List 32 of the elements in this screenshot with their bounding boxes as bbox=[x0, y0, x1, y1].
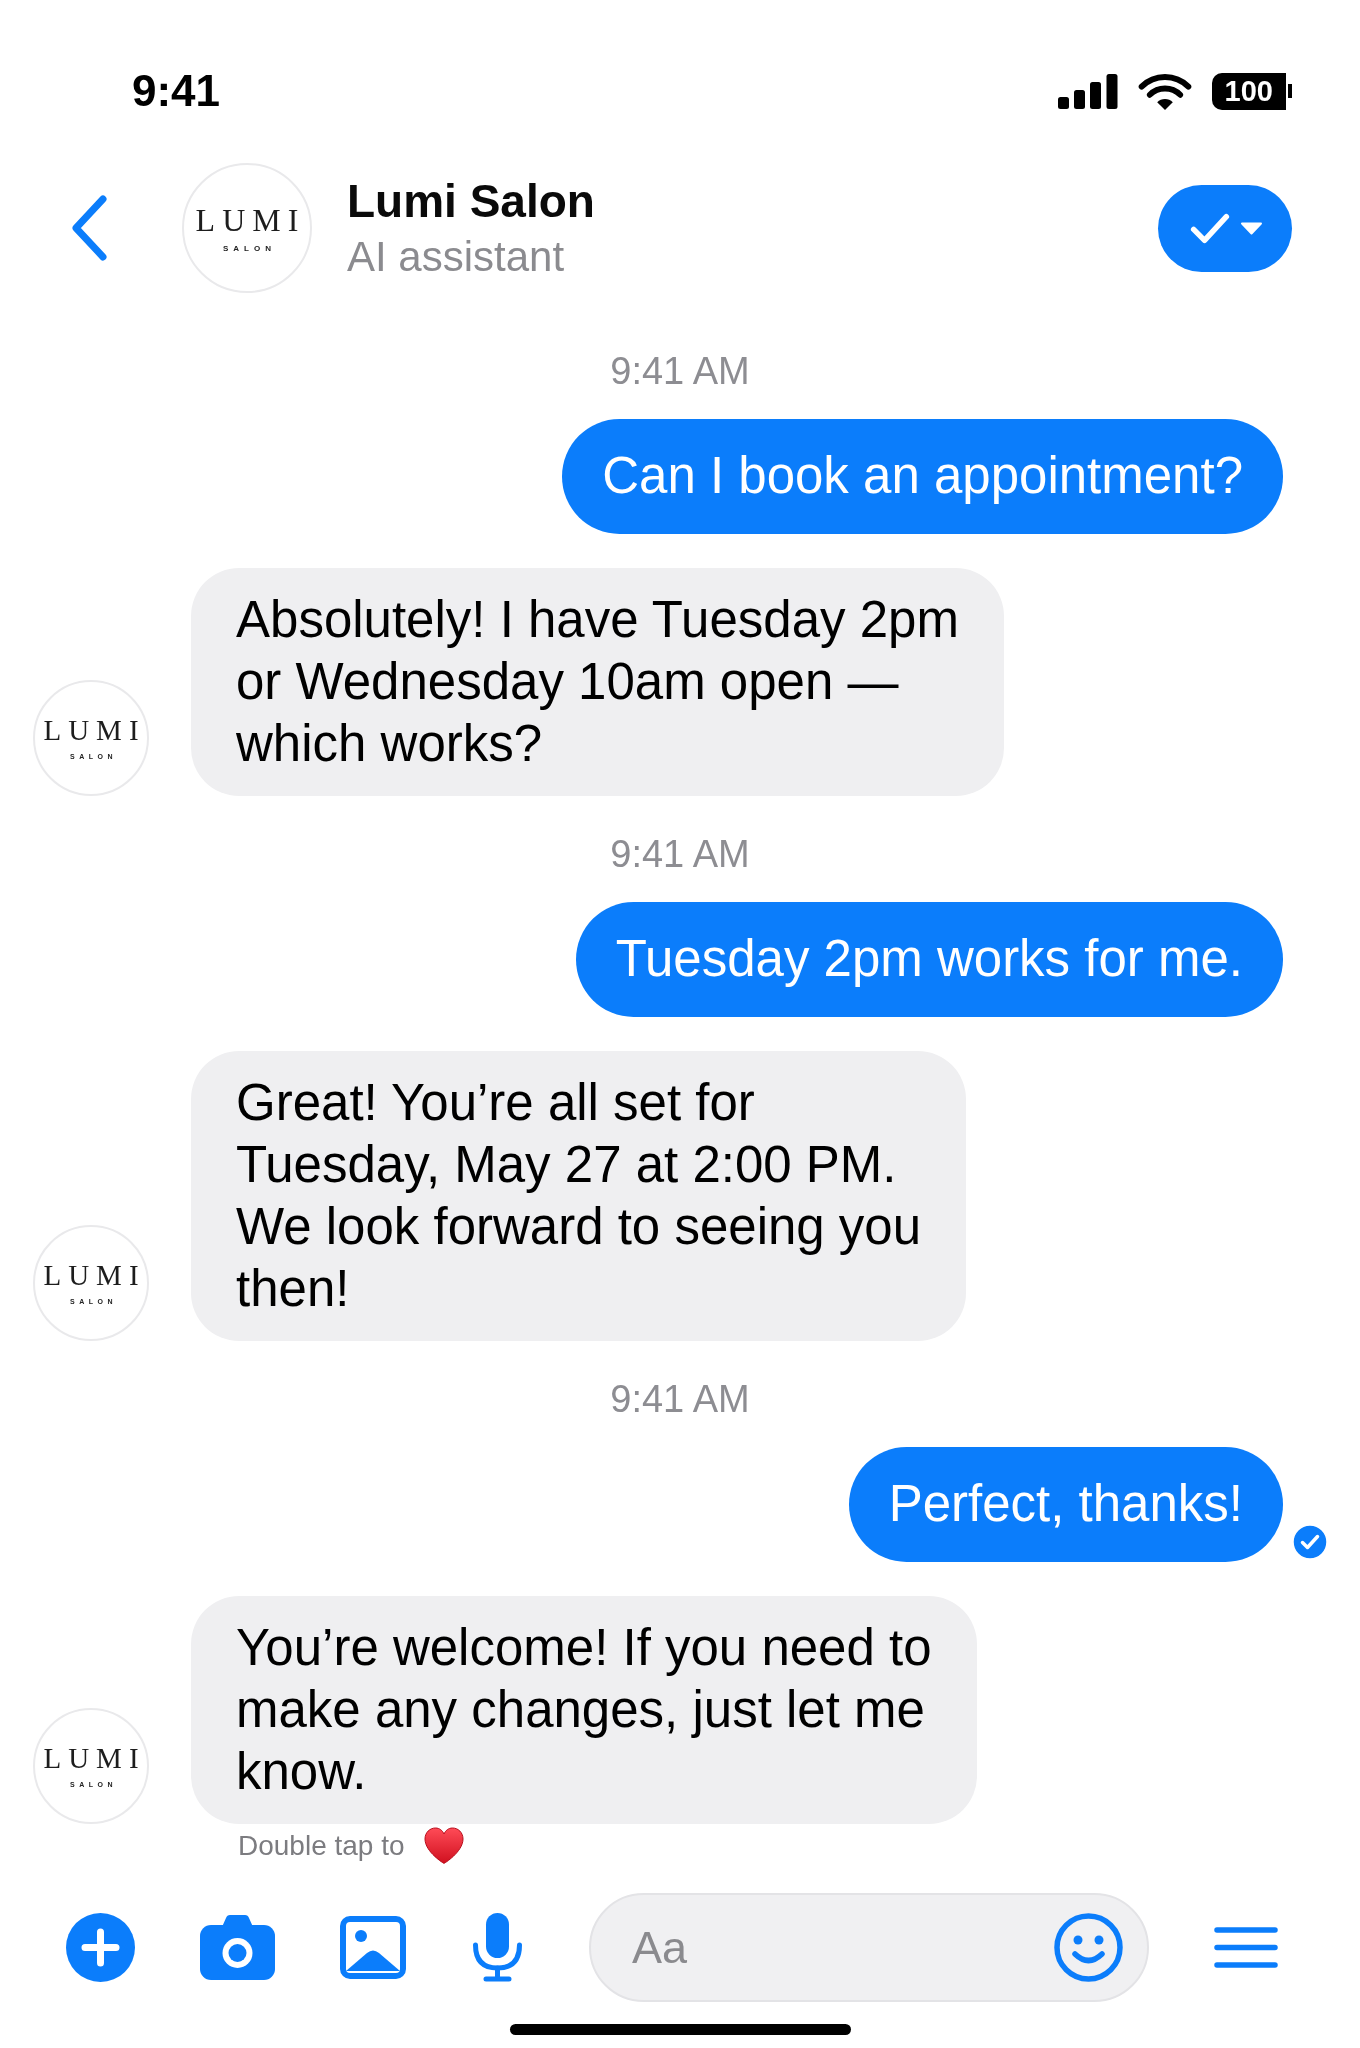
clock-time: 9:41 bbox=[132, 66, 221, 116]
timestamp: 9:41 AM bbox=[610, 834, 750, 874]
logo-tagline: SALON bbox=[223, 244, 276, 253]
contact-subtitle: AI assistant bbox=[347, 233, 566, 281]
logo-wordmark: LUMI bbox=[43, 716, 146, 745]
sent-message: Can I book an appointment? bbox=[562, 419, 1283, 534]
contact-name: Lumi Salon bbox=[347, 175, 595, 227]
reaction-hint: Double tap to bbox=[238, 1828, 405, 1863]
received-message: Great! You’re all set for Tuesday, May 27 at 2:00 PM. We look forward to seeing you then! bbox=[191, 1051, 967, 1341]
timestamp: 9:41 AM bbox=[610, 1379, 750, 1419]
chevron-left-icon[interactable] bbox=[71, 195, 108, 261]
plus-icon[interactable] bbox=[66, 1913, 135, 1982]
camera-icon[interactable] bbox=[200, 1915, 275, 1980]
wifi-icon bbox=[1137, 72, 1192, 110]
microphone-icon[interactable] bbox=[471, 1913, 524, 1982]
menu-icon[interactable] bbox=[1214, 1927, 1278, 1968]
timestamp: 9:41 AM bbox=[610, 351, 750, 391]
logo-wordmark: LUMI bbox=[43, 1261, 146, 1290]
picture-icon[interactable] bbox=[340, 1916, 406, 1979]
received-message: Absolutely! I have Tuesday 2pm or Wednesday 10am open — which works? bbox=[191, 568, 1004, 796]
logo-wordmark: LUMI bbox=[195, 203, 306, 236]
message-input-field[interactable]: Aa bbox=[589, 1893, 1149, 2002]
check-icon bbox=[1190, 212, 1230, 244]
signal-icon bbox=[1057, 73, 1118, 109]
battery-indicator: 100 bbox=[1211, 72, 1292, 110]
caret-icon bbox=[1240, 221, 1263, 235]
smiley-icon[interactable] bbox=[1054, 1913, 1123, 1982]
sent-message: Perfect, thanks! bbox=[848, 1447, 1283, 1562]
sent-message: Tuesday 2pm works for me. bbox=[575, 902, 1283, 1017]
logo-wordmark: LUMI bbox=[43, 1744, 146, 1773]
received-message: You’re welcome! If you need to make any changes, just let me know. bbox=[191, 1596, 977, 1824]
heart-icon bbox=[422, 1826, 465, 1865]
